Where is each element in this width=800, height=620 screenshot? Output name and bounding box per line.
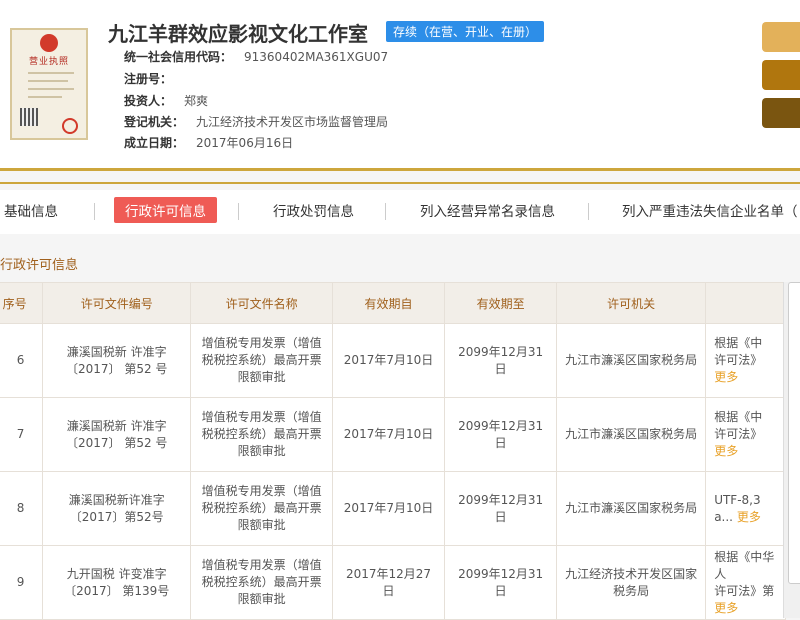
col-header: 序号	[0, 282, 44, 324]
more-link[interactable]: 更多	[737, 510, 761, 524]
col-header	[705, 282, 786, 324]
side-button-2[interactable]	[762, 60, 800, 90]
tab-bar: 基础信息 行政许可信息 行政处罚信息 列入经营异常名录信息 列入严重违法失信企业…	[0, 190, 800, 234]
tab-blacklist[interactable]: 列入严重违法失信企业名单（	[622, 200, 798, 220]
table-row: 9 九开国税 许变准字 〔2017〕 第139号 增值税专用发票（增值税税控系统…	[0, 545, 786, 620]
tab-abnormal-list[interactable]: 列入经营异常名录信息	[420, 200, 555, 220]
side-button-3[interactable]	[762, 98, 800, 128]
license-table: 序号 许可文件编号 许可文件名称 有效期自 有效期至 许可机关 6 濂溪国税新 …	[0, 282, 786, 620]
company-header: 营业执照 九江羊群效应影视文化工作室 存续（在营、开业、在册） 统一社会信用代码…	[0, 0, 800, 170]
more-link[interactable]: 更多	[714, 600, 777, 617]
info-reg-no: 注册号：	[124, 72, 173, 86]
col-header: 许可文件名称	[190, 282, 333, 324]
tab-admin-penalty[interactable]: 行政处罚信息	[273, 200, 354, 220]
info-authority: 登记机关： 九江经济技术开发区市场监督管理局	[124, 115, 389, 129]
info-investor: 投资人： 郑爽	[124, 94, 209, 108]
scrollbar-thumb[interactable]	[788, 282, 800, 584]
table-row: 6 濂溪国税新 许准字 〔2017〕 第52 号 增值税专用发票（增值税税控系统…	[0, 323, 786, 398]
more-link[interactable]: 更多	[714, 443, 777, 460]
tab-basic-info[interactable]: 基础信息	[4, 200, 58, 220]
section-title: 行政许可信息	[0, 258, 79, 273]
divider	[0, 168, 800, 171]
scrollbar[interactable]	[783, 282, 800, 618]
business-license-thumbnail[interactable]: 营业执照	[10, 28, 88, 140]
more-link[interactable]: 更多	[714, 369, 777, 386]
col-header: 许可机关	[556, 282, 707, 324]
seal-icon	[62, 118, 78, 134]
table-row: 7 濂溪国税新 许准字 〔2017〕 第52 号 增值税专用发票（增值税税控系统…	[0, 397, 786, 472]
tab-admin-license[interactable]: 行政许可信息	[114, 197, 217, 223]
col-header: 有效期至	[444, 282, 558, 324]
divider	[0, 182, 800, 184]
qr-code-icon	[20, 108, 38, 126]
company-name: 九江羊群效应影视文化工作室	[108, 22, 368, 46]
license-title: 营业执照	[28, 57, 69, 67]
col-header: 有效期自	[331, 282, 446, 324]
side-button-1[interactable]	[762, 22, 800, 52]
info-credit-code: 统一社会信用代码： 91360402MA361XGU07	[124, 50, 389, 64]
national-emblem-icon	[40, 34, 58, 52]
table-row: 8 濂溪国税新许准字〔2017〕第52号 增值税专用发票（增值税税控系统）最高开…	[0, 471, 786, 546]
col-header: 许可文件编号	[42, 282, 192, 324]
info-founded: 成立日期： 2017年06月16日	[124, 136, 294, 150]
status-badge: 存续（在营、开业、在册）	[386, 21, 545, 42]
